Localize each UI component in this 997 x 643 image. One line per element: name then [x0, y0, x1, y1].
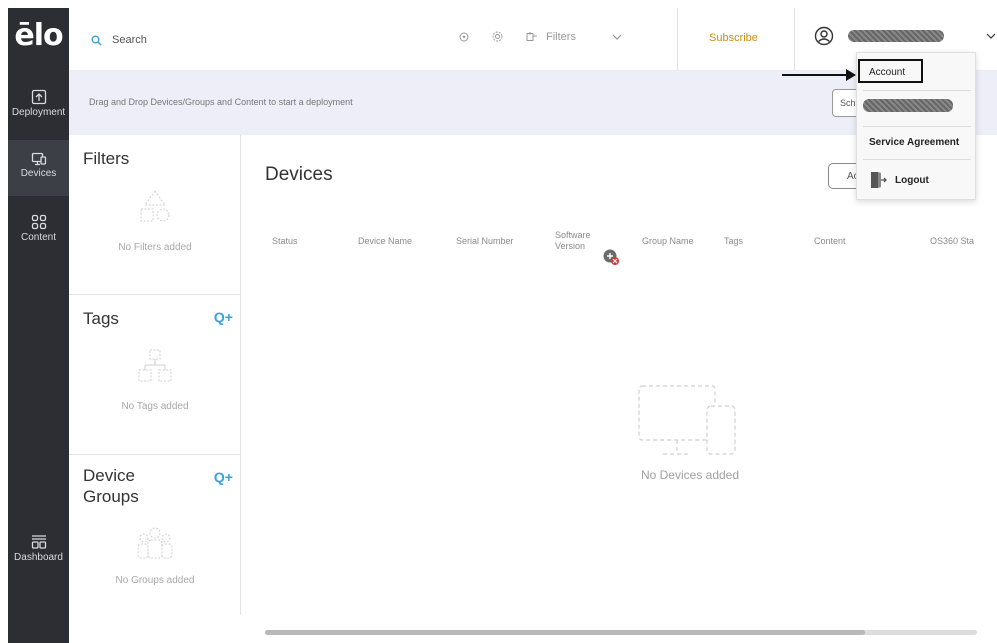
- column-header-os360-status[interactable]: OS360 Sta: [930, 236, 974, 246]
- left-panel: Filters No Filters added Tags Q+ No Tags…: [69, 135, 241, 615]
- left-nav-rail: ēlo Deployment Devices Content Dashboard: [8, 8, 69, 643]
- nav-content[interactable]: Content: [8, 210, 69, 262]
- version-label: Version: [555, 241, 586, 251]
- filters-title: Filters: [83, 149, 130, 168]
- redacted-menu-text: [863, 99, 953, 112]
- user-menu-trigger[interactable]: [814, 26, 996, 46]
- page-title: Devices: [265, 164, 333, 185]
- device-groups-title-line2: Groups: [83, 487, 139, 506]
- nav-content-label: Content: [20, 232, 57, 243]
- logout-icon: [871, 172, 887, 188]
- annotation-arrow-head: [846, 69, 856, 81]
- nav-devices[interactable]: Devices: [8, 140, 69, 196]
- toolbar-icons: Filters: [459, 30, 622, 43]
- column-header-software-version[interactable]: Software Version: [555, 230, 591, 252]
- column-header-serial-number[interactable]: Serial Number: [456, 236, 514, 246]
- user-avatar-icon: [814, 26, 834, 46]
- divider: [794, 8, 795, 71]
- chevron-down-icon: [986, 33, 996, 39]
- column-header-tags[interactable]: Tags: [724, 236, 743, 246]
- redacted-username: [848, 30, 944, 42]
- filter-icon: [526, 31, 537, 41]
- tags-search-add-button[interactable]: Q+: [214, 309, 233, 325]
- column-header-group-name[interactable]: Group Name: [642, 236, 694, 246]
- groups-search-add-button[interactable]: Q+: [214, 469, 233, 485]
- column-header-device-name[interactable]: Device Name: [358, 236, 412, 246]
- software-update-warning-icon[interactable]: [602, 248, 620, 266]
- menu-item-service-agreement[interactable]: Service Agreement: [857, 137, 977, 148]
- content-grid-icon: [31, 214, 46, 230]
- tags-empty-text: No Tags added: [121, 401, 189, 412]
- device-groups-section: Device Groups Q+ No Groups added: [69, 455, 241, 615]
- elo-logo: ēlo: [14, 18, 63, 53]
- account-highlight-box: [858, 59, 923, 83]
- help-icon[interactable]: [459, 32, 469, 42]
- device-groups-title: Device Groups: [83, 465, 139, 507]
- search-box[interactable]: Search: [91, 34, 147, 46]
- devices-icon: [31, 152, 46, 166]
- deployment-icon: [31, 89, 46, 105]
- dashboard-icon: [31, 535, 46, 549]
- menu-item-logout[interactable]: Logout: [857, 171, 977, 189]
- device-groups-title-line1: Device: [83, 466, 135, 485]
- scrollbar-thumb[interactable]: [265, 630, 865, 635]
- banner-text: Drag and Drop Devices/Groups and Content…: [89, 97, 353, 107]
- nav-deployment[interactable]: Deployment: [8, 83, 69, 135]
- no-devices-text: No Devices added: [640, 468, 740, 482]
- search-placeholder: Search: [112, 34, 147, 46]
- annotation-arrow-line: [782, 74, 850, 76]
- groups-placeholder-icon: [137, 527, 173, 559]
- software-label: Software: [555, 230, 591, 240]
- no-devices-placeholder-icon: [638, 385, 736, 455]
- settings-gear-icon[interactable]: [491, 30, 504, 43]
- logout-label: Logout: [895, 174, 929, 186]
- column-header-content[interactable]: Content: [814, 236, 846, 246]
- groups-empty-text: No Groups added: [115, 575, 195, 586]
- filters-label: Filters: [546, 30, 576, 43]
- app-root: ēlo Deployment Devices Content Dashboard…: [0, 0, 997, 643]
- nav-dashboard[interactable]: Dashboard: [8, 530, 69, 580]
- subscribe-link[interactable]: Subscribe: [709, 32, 758, 44]
- menu-divider: [863, 90, 971, 91]
- search-icon: [91, 35, 102, 45]
- column-header-status[interactable]: Status: [272, 236, 298, 246]
- menu-divider: [863, 126, 971, 127]
- filters-section: Filters No Filters added: [69, 135, 241, 295]
- menu-item-redacted[interactable]: [857, 99, 977, 115]
- chevron-down-icon[interactable]: [612, 34, 622, 40]
- filters-dropdown[interactable]: Filters: [526, 31, 576, 43]
- horizontal-scrollbar[interactable]: [265, 630, 977, 635]
- nav-dashboard-label: Dashboard: [14, 552, 63, 563]
- divider: [677, 8, 678, 71]
- tags-placeholder-icon: [138, 349, 172, 382]
- tags-title: Tags: [83, 309, 119, 328]
- menu-divider: [863, 159, 971, 160]
- tags-section: Tags Q+ No Tags added: [69, 295, 241, 455]
- nav-deployment-label: Deployment: [11, 107, 66, 118]
- shapes-placeholder-icon: [140, 190, 170, 222]
- filters-empty-text: No Filters added: [118, 242, 192, 253]
- nav-devices-label: Devices: [20, 168, 57, 179]
